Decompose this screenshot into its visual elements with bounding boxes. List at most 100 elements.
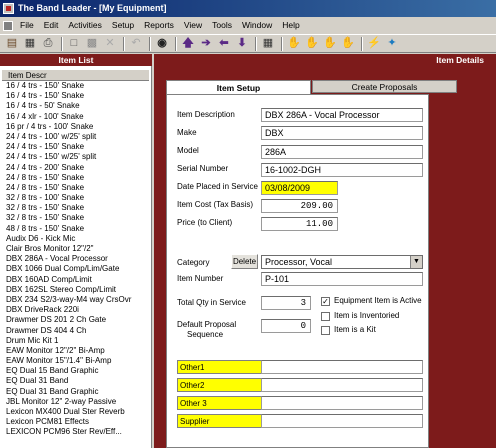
list-item[interactable]: EQ Dual 15 Band Graphic — [0, 366, 151, 376]
document-menu-icon[interactable] — [3, 20, 13, 31]
default-proposal-sequence-field[interactable]: 0 — [261, 319, 311, 333]
list-item[interactable]: 16 / 4 trs - 50' Snake — [0, 101, 151, 111]
hand-icon[interactable]: ✋ — [322, 36, 338, 51]
binoculars-icon[interactable]: ◉ — [154, 36, 170, 51]
list-item[interactable]: 32 / 8 trs - 100' Snake — [0, 193, 151, 203]
other1-field[interactable] — [261, 360, 423, 374]
doorway-icon[interactable]: ▤ — [4, 36, 20, 51]
checkmark-icon: ✓ — [322, 297, 329, 306]
menu-tools[interactable]: Tools — [207, 17, 237, 34]
list-item[interactable]: JBL Monitor 12" 2-way Passive — [0, 397, 151, 407]
menu-view[interactable]: View — [179, 17, 207, 34]
undo-icon[interactable]: ↶ — [128, 36, 144, 51]
menu-reports[interactable]: Reports — [139, 17, 179, 34]
item-description-label: Item Description — [177, 110, 235, 119]
model-field[interactable]: 286A — [261, 145, 423, 159]
tab-item-setup[interactable]: Item Setup — [166, 80, 311, 95]
toolbar-separator — [175, 36, 177, 51]
list-item[interactable]: 32 / 8 trs - 150' Snake — [0, 213, 151, 223]
kit-checkbox[interactable] — [321, 326, 330, 335]
list-item[interactable]: Drum Mic Kit 1 — [0, 336, 151, 346]
tab-create-proposals[interactable]: Create Proposals — [312, 80, 457, 93]
category-select[interactable]: Processor, Vocal ▼ — [261, 255, 423, 269]
list-item[interactable]: DBX 160AD Comp/Limit — [0, 275, 151, 285]
menu-bar: File Edit Activities Setup Reports View … — [0, 17, 496, 34]
list-item[interactable]: Audix D6 - Kick Mic — [0, 234, 151, 244]
list-item[interactable]: EQ Dual 31 Band — [0, 376, 151, 386]
list-item[interactable]: DBX 234 S2/3-way-M4 way CrsOvr — [0, 295, 151, 305]
item-number-field[interactable]: P-101 — [261, 272, 423, 286]
list-item[interactable]: DBX 162SL Stereo Comp/Limit — [0, 285, 151, 295]
list-item[interactable]: DBX 286A - Vocal Processor — [0, 254, 151, 264]
list-item[interactable]: Lexicon MX400 Dual Ster Reverb — [0, 407, 151, 417]
toolbar-separator — [61, 36, 63, 51]
list-item[interactable]: 16 pr / 4 trs - 100' Snake — [0, 122, 151, 132]
list-item[interactable]: EAW Monitor 12"/2" Bi-Amp — [0, 346, 151, 356]
list-item[interactable]: Drawmer DS 404 4 Ch — [0, 326, 151, 336]
list-item[interactable]: Drawmer DS 201 2 Ch Gate — [0, 315, 151, 325]
list-item[interactable]: 24 / 8 trs - 150' Snake — [0, 183, 151, 193]
inventoried-checkbox[interactable] — [321, 312, 330, 321]
new-doc-icon[interactable]: □ — [66, 36, 82, 51]
hand-icon[interactable]: ✋ — [286, 36, 302, 51]
date-in-service-field[interactable]: 03/08/2009 — [261, 181, 338, 195]
category-label: Category — [177, 258, 210, 267]
active-checkbox[interactable]: ✓ — [321, 297, 330, 306]
menu-help[interactable]: Help — [277, 17, 304, 34]
list-item[interactable]: LEXICON PCM96 Ster Rev/Eff... — [0, 427, 151, 437]
arrow-down-icon[interactable]: ⬇ — [234, 36, 250, 51]
menu-activities[interactable]: Activities — [63, 17, 107, 34]
menu-edit[interactable]: Edit — [39, 17, 64, 34]
item-description-field[interactable]: DBX 286A - Vocal Processor — [261, 108, 423, 122]
list-item[interactable]: 48 / 8 trs - 150' Snake — [0, 224, 151, 234]
supplier-field[interactable] — [261, 414, 423, 428]
serial-number-field[interactable]: 16-1002-DGH — [261, 163, 423, 177]
grid-icon[interactable]: ▦ — [260, 36, 276, 51]
chevron-down-icon[interactable]: ▼ — [410, 256, 422, 268]
calendar-icon[interactable]: ▦ — [22, 36, 38, 51]
list-item[interactable]: Clair Bros Monitor 12"/2" — [0, 244, 151, 254]
arrow-up-icon[interactable]: 🡅 — [180, 36, 196, 51]
delete-icon[interactable]: ✕ — [102, 36, 118, 51]
column-header-item-descr[interactable]: Item Descr — [2, 70, 149, 81]
list-item[interactable]: 24 / 4 trs - 150' w/25' split — [0, 152, 151, 162]
list-item[interactable]: DBX 1066 Dual Comp/Lim/Gate — [0, 264, 151, 274]
inventoried-checkbox-label: Item is Inventoried — [334, 311, 400, 320]
list-item[interactable]: 24 / 4 trs - 100' w/25' split — [0, 132, 151, 142]
price-field[interactable]: 11.00 — [261, 217, 338, 231]
list-item[interactable]: 16 / 4 trs - 150' Snake — [0, 91, 151, 101]
list-item[interactable]: 16 / 4 trs - 150' Snake — [0, 81, 151, 91]
list-item[interactable]: DBX DriveRack 220i — [0, 305, 151, 315]
hand-icon[interactable]: ✋ — [304, 36, 320, 51]
list-item[interactable]: 24 / 4 trs - 150' Snake — [0, 142, 151, 152]
list-item[interactable]: EQ Dual 31 Band Graphic — [0, 387, 151, 397]
make-label: Make — [177, 128, 197, 137]
menu-setup[interactable]: Setup — [107, 17, 139, 34]
list-item[interactable]: EAW Monitor 15"/1.4" Bi-Amp — [0, 356, 151, 366]
list-item[interactable]: Lexicon PCM81 Effects — [0, 417, 151, 427]
list-item[interactable]: 16 / 4 xlr - 100' Snake — [0, 112, 151, 122]
arrow-left-icon[interactable]: ⬅ — [216, 36, 232, 51]
save-icon[interactable]: ▩ — [84, 36, 100, 51]
menu-window[interactable]: Window — [237, 17, 277, 34]
total-qty-field[interactable]: 3 — [261, 296, 311, 310]
menu-file[interactable]: File — [15, 17, 39, 34]
pin-icon[interactable]: ✦ — [384, 36, 400, 51]
list-item[interactable]: 32 / 8 trs - 150' Snake — [0, 203, 151, 213]
toolbar: ▤ ▦ ⎙ □ ▩ ✕ ↶ ◉ 🡅 ➔ ⬅ ⬇ ▦ ✋ ✋ ✋ ✋ ⚡ ✦ — [0, 34, 496, 53]
print-icon[interactable]: ⎙ — [40, 36, 56, 51]
item-cost-field[interactable]: 209.00 — [261, 199, 338, 213]
default-proposal-label: Default Proposal — [177, 320, 237, 329]
other2-field[interactable] — [261, 378, 423, 392]
make-field[interactable]: DBX — [261, 126, 423, 140]
list-item[interactable]: 24 / 4 trs - 200' Snake — [0, 163, 151, 173]
other3-field[interactable] — [261, 396, 423, 410]
delete-category-button[interactable]: Delete — [231, 254, 258, 269]
wand-icon[interactable]: ⚡ — [366, 36, 382, 51]
item-list-header: Item List — [0, 54, 152, 66]
item-list[interactable]: Item Descr 16 / 4 trs - 150' Snake 16 / 4… — [0, 66, 152, 448]
hand-icon[interactable]: ✋ — [340, 36, 356, 51]
app-icon[interactable] — [3, 3, 14, 14]
arrow-right-icon[interactable]: ➔ — [198, 36, 214, 51]
list-item[interactable]: 24 / 8 trs - 150' Snake — [0, 173, 151, 183]
